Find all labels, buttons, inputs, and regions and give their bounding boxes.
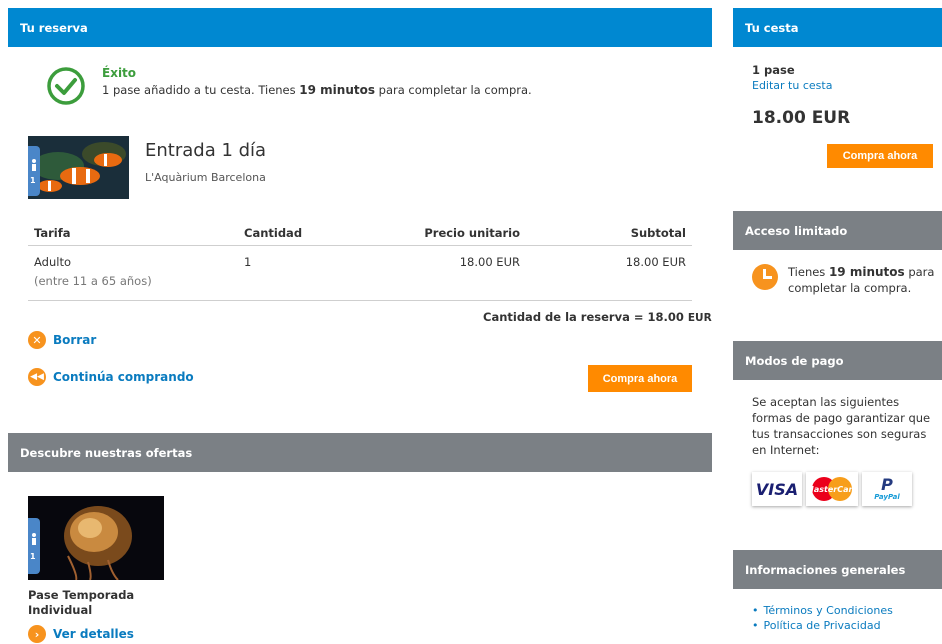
cart-count: 1 pase — [752, 63, 795, 77]
info-links: Términos y Condiciones Política de Priva… — [752, 603, 893, 633]
delete-label: Borrar — [53, 333, 97, 347]
success-msg-before: 1 pase añadido a tu cesta. Tienes — [102, 83, 296, 97]
details-label: Ver detalles — [53, 627, 134, 641]
offer-image[interactable]: 1 — [28, 496, 164, 580]
cart-header-title: Tu cesta — [745, 20, 799, 35]
header-precio: Precio unitario — [424, 226, 520, 240]
header-subtotal: Subtotal — [630, 226, 686, 240]
terms-link[interactable]: Términos y Condiciones — [752, 603, 893, 618]
paypal-logo: P PayPal — [862, 472, 912, 506]
product-place: L'Aquàrium Barcelona — [145, 171, 266, 184]
limited-header-title: Acceso limitado — [745, 223, 848, 238]
clownfish-image — [28, 136, 129, 199]
payment-header-title: Modos de pago — [745, 353, 844, 368]
reservation-header-title: Tu reserva — [20, 20, 88, 35]
paypal-text: PayPal — [874, 493, 900, 501]
view-details-link[interactable]: › Ver detalles — [28, 625, 134, 643]
person-badge: 1 — [28, 146, 40, 196]
cell-tarifa: Adulto — [34, 255, 71, 269]
offers-header-title: Descubre nuestras ofertas — [20, 445, 193, 460]
privacy-link[interactable]: Política de Privacidad — [752, 618, 893, 633]
check-circle-icon — [47, 67, 85, 105]
clock-icon — [752, 264, 778, 290]
paypal-mark: P — [881, 475, 893, 494]
success-message: Éxito 1 pase añadido a tu cesta. Tienes … — [46, 66, 532, 106]
cell-cantidad: 1 — [244, 255, 252, 269]
cell-subtotal: 18.00 EUR — [625, 255, 686, 269]
success-minutes: 19 minutos — [299, 83, 375, 97]
header-tarifa: Tarifa — [34, 226, 71, 240]
limited-access-header: Acceso limitado — [733, 211, 942, 250]
cell-precio: 18.00 EUR — [459, 255, 520, 269]
buy-now-button[interactable]: Compra ahora — [588, 365, 692, 392]
reservation-total: Cantidad de la reserva = 18.00 EUR — [483, 310, 712, 324]
cell-tarifa-note: (entre 11 a 65 años) — [34, 274, 152, 288]
product-image: 1 — [28, 136, 129, 199]
limited-text-before: Tienes — [788, 265, 826, 279]
success-text: Éxito 1 pase añadido a tu cesta. Tienes … — [102, 66, 572, 97]
mastercard-text: MasterCard — [806, 484, 858, 494]
visa-logo: VISA — [752, 472, 802, 506]
close-circle-icon: ✕ — [28, 331, 46, 349]
person-count: 1 — [30, 176, 36, 185]
info-header: Informaciones generales — [733, 550, 942, 589]
chevron-right-circle-icon: › — [28, 625, 46, 643]
rewind-circle-icon: ◀◀ — [28, 368, 46, 386]
payment-text: Se aceptan las siguientes formas de pago… — [752, 395, 931, 457]
continue-label: Continúa comprando — [53, 370, 194, 384]
person-icon — [32, 159, 36, 171]
delete-link[interactable]: ✕ Borrar — [28, 331, 96, 349]
header-cantidad: Cantidad — [244, 226, 303, 240]
success-title: Éxito — [102, 66, 137, 80]
limited-minutes: 19 minutos — [828, 265, 905, 279]
person-badge: 1 — [28, 518, 40, 574]
reservation-header: Tu reserva — [8, 8, 712, 47]
payment-header: Modos de pago — [733, 341, 942, 380]
cart-buy-now-button[interactable]: Compra ahora — [827, 144, 933, 168]
info-header-title: Informaciones generales — [745, 562, 906, 577]
table-header: Tarifa Cantidad Precio unitario Subtotal — [28, 218, 692, 246]
limited-text: Tienes 19 minutos para completar la comp… — [788, 264, 938, 296]
reservation-table: Tarifa Cantidad Precio unitario Subtotal… — [28, 218, 692, 301]
cart-header: Tu cesta — [733, 8, 942, 47]
jellyfish-image — [28, 496, 164, 580]
reservation-total-label: Cantidad de la reserva = 18.00 — [483, 310, 684, 324]
offer-title: Pase Temporada Individual — [28, 588, 135, 617]
mastercard-logo: MasterCard — [806, 472, 858, 506]
person-count: 1 — [30, 552, 36, 561]
offers-header: Descubre nuestras ofertas — [8, 433, 712, 472]
success-msg-after: para completar la compra. — [378, 83, 532, 97]
product-title: Entrada 1 día — [145, 140, 267, 161]
person-icon — [32, 533, 36, 545]
continue-shopping-link[interactable]: ◀◀ Continúa comprando — [28, 368, 194, 386]
success-msg: 1 pase añadido a tu cesta. Tienes 19 min… — [102, 83, 572, 97]
table-row: Adulto (entre 11 a 65 años) 1 18.00 EUR … — [28, 246, 692, 301]
edit-cart-link[interactable]: Editar tu cesta — [752, 79, 832, 92]
cart-total: 18.00 EUR — [752, 108, 851, 128]
reservation-total-currency: EUR — [687, 312, 712, 324]
payment-cards: VISA MasterCard P PayPal — [752, 472, 912, 506]
